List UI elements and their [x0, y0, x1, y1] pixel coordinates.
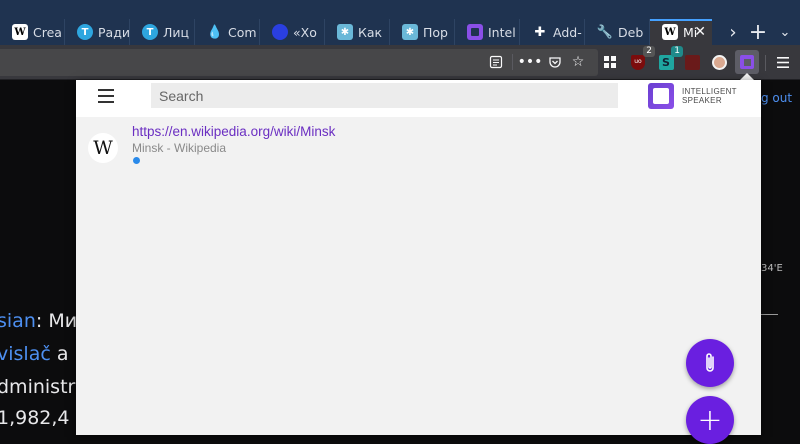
app-menu-icon[interactable] — [773, 52, 793, 72]
tab-2[interactable]: T Лиц — [130, 19, 195, 45]
telegram-icon: T — [142, 24, 158, 40]
tab-active[interactable]: W Mi ✕ — [650, 19, 712, 45]
page-text: : Ми — [35, 310, 78, 332]
divider — [512, 54, 513, 70]
wikipedia-icon: W — [88, 133, 118, 163]
tab-strip: W Crea T Ради T Лиц 💧 Com «Хо ✱ Как ✱ По… — [0, 0, 800, 45]
search-input[interactable] — [151, 83, 618, 108]
reader-view-icon[interactable] — [486, 52, 506, 72]
tab-label: Deb — [618, 24, 644, 40]
tab-label: Crea — [33, 24, 62, 40]
avatar-icon[interactable] — [709, 52, 729, 72]
tab-1[interactable]: T Ради — [65, 19, 130, 45]
page-link[interactable]: vislač — [0, 343, 51, 365]
wikipedia-icon: W — [662, 24, 678, 40]
attach-button[interactable] — [686, 339, 734, 387]
tab-label: Пор — [423, 24, 448, 40]
page-line-3: dministr — [0, 376, 76, 398]
status-dot — [133, 157, 140, 164]
url-bar[interactable]: ••• ☆ — [0, 49, 598, 76]
tab-9[interactable]: 🔧 Deb — [585, 19, 650, 45]
tab-label: Лиц — [163, 24, 190, 40]
close-tab-icon[interactable]: ✕ — [694, 24, 706, 40]
brand-line-1: INTELLIGENT — [682, 86, 737, 96]
telegram-icon: T — [77, 24, 93, 40]
flame-icon: 💧 — [206, 24, 224, 40]
page-line-1: sian: Ми — [0, 310, 77, 332]
popup-header: INTELLIGENT SPEAKER — [76, 80, 761, 117]
tab-8[interactable]: ✚ Add- — [520, 19, 585, 45]
new-tab-icon[interactable]: + — [746, 19, 770, 45]
intelligent-speaker-icon — [467, 24, 483, 40]
tab-6[interactable]: ✱ Пор — [390, 19, 455, 45]
divider — [765, 55, 766, 71]
brand-name: INTELLIGENT SPEAKER — [682, 87, 737, 106]
page-text: a — [50, 343, 69, 365]
sprite-icon: ✱ — [337, 24, 353, 40]
tabs-row: W Crea T Ради T Лиц 💧 Com «Хо ✱ Как ✱ По… — [0, 19, 800, 45]
tab-3[interactable]: 💧 Com — [195, 19, 260, 45]
page-line-2: vislač a — [0, 343, 68, 365]
ublock-origin-icon[interactable]: uo 2 — [628, 46, 655, 72]
stylus-icon[interactable]: S 1 — [656, 46, 683, 72]
tab-7[interactable]: Intel — [455, 19, 520, 45]
item-title: Minsk - Wikipedia — [132, 141, 227, 155]
page-line-4: 1,982,4 — [0, 407, 70, 429]
brand-logo: INTELLIGENT SPEAKER — [648, 83, 737, 109]
hamburger-menu-icon[interactable] — [98, 89, 114, 103]
sprite-icon: ✱ — [402, 24, 418, 40]
circle-icon — [272, 24, 288, 40]
tab-label: «Хо — [293, 24, 317, 40]
tab-overflow-chevron-icon[interactable]: › — [722, 19, 744, 45]
page-link[interactable]: sian — [0, 310, 36, 332]
paperclip-icon — [706, 353, 714, 372]
puzzle-icon: ✚ — [534, 24, 546, 40]
page-actions-icon[interactable]: ••• — [518, 52, 543, 72]
ublock-badge: 2 — [643, 46, 655, 57]
plus-icon: + — [697, 402, 723, 438]
intelligent-speaker-popup: INTELLIGENT SPEAKER W https://en.wikiped… — [76, 80, 761, 444]
tab-label: Как — [358, 24, 383, 40]
intelligent-speaker-logo-icon — [648, 83, 674, 109]
coordinates-text: 34'E — [761, 263, 783, 274]
tab-label: Com — [228, 24, 257, 40]
bookmark-star-icon[interactable]: ☆ — [568, 52, 588, 72]
nav-toolbar: ••• ☆ uo 2 S 1 — [0, 45, 800, 80]
divider — [761, 314, 778, 315]
brand-line-2: SPEAKER — [682, 96, 722, 105]
wrench-icon: 🔧 — [596, 24, 614, 40]
tab-label: Intel — [488, 24, 516, 40]
extensions-grid-icon[interactable] — [600, 52, 620, 72]
add-button[interactable]: + — [686, 396, 734, 444]
extension-red-icon[interactable] — [682, 52, 702, 72]
tab-0[interactable]: W Crea — [0, 19, 65, 45]
wikipedia-icon: W — [12, 24, 28, 40]
tab-5[interactable]: ✱ Как — [325, 19, 390, 45]
list-all-tabs-icon[interactable]: ⌄ — [772, 19, 798, 45]
intelligent-speaker-button[interactable] — [735, 50, 759, 74]
page-right-edge: g out 34'E — [761, 81, 800, 435]
list-item[interactable]: W https://en.wikipedia.org/wiki/Minsk Mi… — [88, 124, 688, 170]
tab-label: Ради — [98, 24, 129, 40]
tab-4[interactable]: «Хо — [260, 19, 325, 45]
pocket-icon[interactable] — [545, 52, 565, 72]
tab-label: Add- — [553, 24, 582, 40]
logout-link[interactable]: g out — [761, 91, 792, 105]
item-url[interactable]: https://en.wikipedia.org/wiki/Minsk — [132, 124, 335, 139]
